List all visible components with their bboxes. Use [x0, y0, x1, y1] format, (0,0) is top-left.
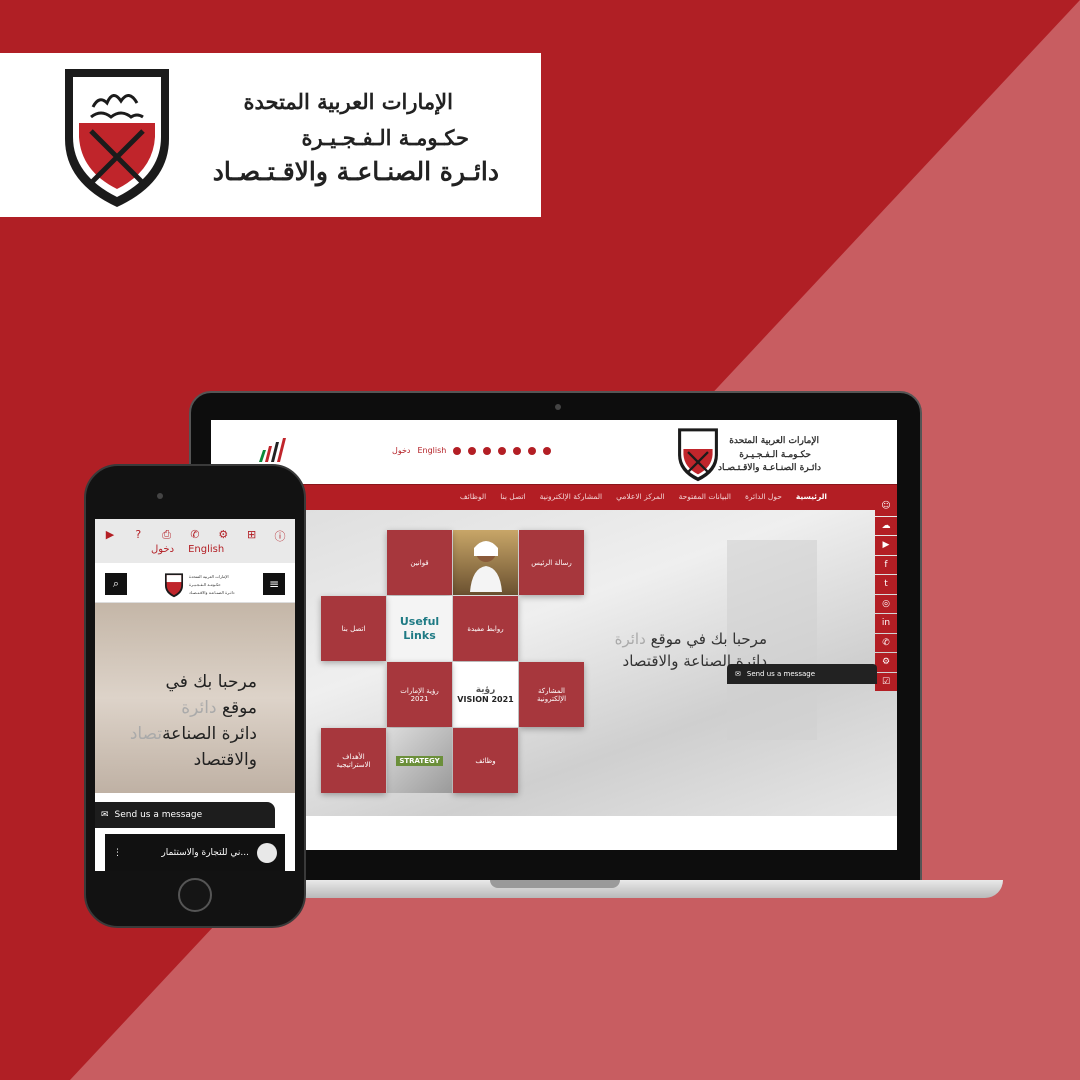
play-icon[interactable]: ▶ — [103, 528, 117, 544]
mobile-title-department: دائـرة الصنـاعـة والاقـتـصـاد — [189, 590, 235, 595]
laptop-camera — [555, 404, 561, 410]
print-icon[interactable] — [483, 446, 492, 455]
instagram-icon[interactable]: ◎ — [875, 594, 897, 613]
site-title-department: دائـرة الصنـاعـة والاقـتـصـاد — [717, 463, 821, 473]
info-icon[interactable]: ⓘ — [273, 528, 287, 544]
nav-media-center[interactable]: المركز الاعلامي — [616, 492, 665, 501]
hamburger-menu-icon[interactable]: ≡ — [263, 573, 285, 595]
social-sidebar: ☺ ☁ ▶ f t ◎ in ✆ ⚙ ☑ — [875, 497, 897, 691]
info-icon[interactable] — [543, 446, 552, 455]
cloud-icon[interactable]: ☁ — [875, 516, 897, 535]
welcome-line1: مرحبا بك في موقع — [650, 630, 767, 648]
play-icon[interactable] — [453, 446, 462, 455]
facebook-icon[interactable]: f — [875, 555, 897, 574]
site-title-uae: الإمارات العربية المتحدة — [729, 436, 819, 446]
phone-icon[interactable]: ✆ — [875, 633, 897, 652]
login-link[interactable]: دخول — [151, 544, 174, 555]
send-message-button[interactable]: ✉ Send us a message — [727, 664, 877, 684]
person-icon — [469, 540, 502, 592]
welcome-line1-faint: دائرة — [614, 630, 646, 648]
settings-icon[interactable] — [513, 446, 522, 455]
mobile-shield-logo — [164, 573, 184, 598]
laptop-screen: English دخول الإمارات العربية المتحدة حك… — [211, 420, 897, 850]
gear-icon[interactable]: ⚙ — [875, 653, 897, 672]
english-link[interactable]: English — [188, 544, 224, 555]
fujairah-banner: الإمارات العربية المتحدة حكـومـة الـفـجـ… — [0, 53, 541, 217]
login-link[interactable]: دخول — [392, 446, 410, 455]
laptop-notch — [490, 880, 620, 888]
help-icon[interactable]: ? — [131, 528, 145, 544]
nav-about[interactable]: حول الدائرة — [745, 492, 782, 501]
promo-canvas: الإمارات العربية المتحدة حكـومـة الـفـجـ… — [0, 0, 1080, 1080]
fujairah-shield-logo — [65, 69, 169, 207]
site-shield-logo — [678, 428, 718, 482]
mobile-header: ⌕ الإمارات العربية المتحدة حكـومـة الـفـ… — [95, 563, 295, 603]
mail-icon: ✉ — [101, 810, 109, 820]
mobile-title-government: حكـومـة الـفـجـيـرة — [189, 582, 221, 587]
phone-icon[interactable]: ✆ — [188, 528, 202, 544]
nav-home[interactable]: الرئيسية — [796, 492, 827, 501]
mobile-title-uae: الإمارات العربية المتحدة — [189, 574, 229, 579]
search-icon[interactable]: ⌕ — [105, 573, 127, 595]
mobile-welcome-text: مرحبا بك في موقع دائرة دائرة الصناعةتصاد… — [129, 672, 257, 770]
video-title: ...ني للتجارة والاستثمار — [161, 847, 249, 858]
header-toolbar: English دخول — [392, 446, 552, 455]
tile-laws[interactable]: قوانين — [387, 530, 452, 595]
linkedin-icon[interactable]: in — [875, 614, 897, 633]
hero-section: مرحبا بك في موقع دائرة دائرة الصناعة وال… — [211, 510, 897, 816]
send-message-button[interactable]: ✉ Send us a message — [95, 802, 275, 828]
useful-links-image: Useful Links — [387, 596, 452, 661]
tile-jobs[interactable]: وظائف — [453, 728, 518, 793]
youtube-icon[interactable]: ▶ — [875, 536, 897, 555]
nav-contact[interactable]: اتصل بنا — [500, 492, 525, 501]
phone-icon[interactable] — [498, 446, 507, 455]
mail-icon: ✉ — [735, 670, 741, 678]
tile-chairman-message[interactable]: رسالة الرئيس — [519, 530, 584, 595]
chairman-photo — [453, 530, 518, 595]
tile-useful-links[interactable]: روابط مفيدة — [453, 596, 518, 661]
mobile-toolbar: ▶ ? ⎙ ✆ ⚙ ⊞ ⓘ دخول English — [95, 519, 295, 563]
phone-home-button — [178, 878, 212, 912]
english-link[interactable]: English — [417, 446, 446, 455]
phone-screen: ▶ ? ⎙ ✆ ⚙ ⊞ ⓘ دخول English ⌕ الإمارات ال… — [95, 519, 295, 871]
sitemap-icon[interactable] — [528, 446, 537, 455]
banner-title-government: حكـومـة الـفـجـيـرة — [301, 125, 469, 150]
settings-icon[interactable]: ⚙ — [216, 528, 230, 544]
more-options-icon[interactable]: ⋮ — [113, 848, 122, 858]
print-icon[interactable]: ⎙ — [160, 528, 174, 544]
nav-jobs[interactable]: الوظائف — [460, 492, 486, 501]
nav-eparticipation[interactable]: المشاركة الإلكترونية — [540, 492, 602, 501]
checkbox-icon[interactable]: ☑ — [875, 672, 897, 691]
strategy-image: STRATEGY — [387, 728, 452, 793]
tile-contact-us[interactable]: اتصل بنا — [321, 596, 386, 661]
help-icon[interactable] — [468, 446, 477, 455]
twitter-icon[interactable]: t — [875, 575, 897, 594]
tile-strategic-goals[interactable]: الأهداف الاستراتيجية — [321, 728, 386, 793]
site-title-government: حكـومـة الـفـجـيـرة — [739, 450, 811, 460]
site-header: English دخول الإمارات العربية المتحدة حك… — [211, 420, 897, 484]
banner-title-uae: الإمارات العربية المتحدة — [243, 89, 453, 114]
phone-camera — [157, 493, 163, 499]
nav-open-data[interactable]: البيانات المفتوحة — [679, 492, 731, 501]
smiley-icon[interactable]: ☺ — [875, 497, 897, 516]
main-nav: الرئيسية حول الدائرة البيانات المفتوحة ا… — [211, 484, 897, 510]
video-thumbnail — [257, 842, 277, 863]
tile-uae-vision[interactable]: رؤية الإمارات 2021 — [387, 662, 452, 727]
video-embed[interactable]: ...ني للتجارة والاستثمار ⋮ — [105, 834, 285, 871]
banner-title-department: دائـرة الصنـاعـة والاقـتـصـاد — [212, 157, 499, 186]
sitemap-icon[interactable]: ⊞ — [245, 528, 259, 544]
tile-eparticipation[interactable]: المشاركة الإلكترونية — [519, 662, 584, 727]
vision-2021-image: رؤية VISION 2021 — [453, 662, 518, 727]
